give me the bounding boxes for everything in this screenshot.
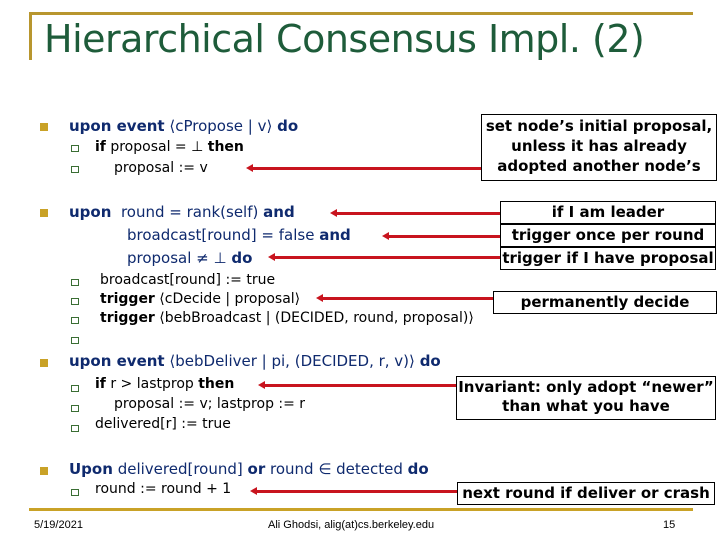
- arrow-once: [382, 232, 500, 240]
- keyword: upon: [69, 203, 112, 221]
- bullet-icon: [40, 359, 48, 367]
- keyword: Upon: [69, 460, 113, 478]
- sub-bullet-icon: [71, 298, 79, 305]
- annotation-invariant: Invariant: only adopt “newer” than what …: [456, 376, 716, 420]
- block3-sub2: proposal := v; lastprop := r: [114, 396, 306, 412]
- keyword: trigger: [100, 310, 155, 326]
- annotation-have-proposal: trigger if I have proposal: [500, 247, 716, 270]
- block2-head-line1: upon round = rank(self) and: [69, 203, 295, 221]
- block2-head-line3: proposal ≠ ⊥ do: [127, 249, 252, 267]
- condition: round = rank(self): [120, 203, 259, 221]
- title-rule-top: [29, 12, 693, 15]
- keyword: if: [95, 139, 106, 155]
- footer-author: Ali Ghodsi, alig(at)cs.berkeley.edu: [268, 519, 435, 531]
- keyword: and: [319, 226, 351, 244]
- arrow-leader: [330, 209, 500, 217]
- block3-head: upon event ⟨bebDeliver | pi, (DECIDED, r…: [69, 352, 441, 370]
- keyword: do: [277, 117, 299, 135]
- annotation-line: set node’s initial proposal,: [485, 117, 713, 135]
- annotation-line: than what you have: [502, 397, 670, 415]
- bullet-icon: [40, 467, 48, 475]
- annotation-initial-proposal: set node’s initial proposal, unless it h…: [481, 114, 717, 181]
- sub-bullet-icon: [71, 166, 79, 173]
- keyword: do: [407, 460, 429, 478]
- annotation-next-round: next round if deliver or crash: [457, 482, 715, 505]
- annotation-leader: if I am leader: [500, 201, 716, 224]
- condition: delivered[round]: [117, 460, 243, 478]
- block4-head: Upon delivered[round] or round ∈ detecte…: [69, 460, 429, 478]
- block1-head: upon event ⟨cPropose | v⟩ do: [69, 117, 298, 135]
- annotation-line: unless it has already: [511, 137, 687, 155]
- keyword: upon event: [69, 352, 165, 370]
- sub-bullet-icon: [71, 385, 79, 392]
- footer-date: 5/19/2021: [34, 519, 83, 531]
- keyword: do: [231, 249, 253, 267]
- annotation-decide: permanently decide: [493, 291, 717, 314]
- bullet-icon: [40, 123, 48, 131]
- block2-head-line2: broadcast[round] = false and: [127, 226, 351, 244]
- condition: round ∈ detected: [270, 460, 403, 478]
- keyword: if: [95, 376, 106, 392]
- block1-sub2: proposal := v: [114, 160, 208, 176]
- arrow-decide: [316, 294, 494, 302]
- sub-bullet-icon: [71, 425, 79, 432]
- block2-sub2: trigger ⟨cDecide | proposal⟩: [100, 291, 300, 307]
- keyword: trigger: [100, 291, 155, 307]
- keyword: then: [198, 376, 235, 392]
- annotation-line: Invariant: only adopt “newer”: [458, 378, 714, 396]
- arrow-next-round: [250, 487, 458, 495]
- sub-bullet-icon: [71, 145, 79, 152]
- sub-bullet-icon: [71, 337, 79, 344]
- arrow-initial-proposal: [246, 164, 482, 172]
- event-spec: ⟨cDecide | proposal⟩: [159, 291, 301, 307]
- title-rule-left: [29, 12, 32, 60]
- block1-sub1: if proposal = ⊥ then: [95, 139, 244, 155]
- block2-sub3: trigger ⟨bebBroadcast | (DECIDED, round,…: [100, 310, 474, 326]
- bullet-icon: [40, 209, 48, 217]
- event-spec: ⟨bebDeliver | pi, (DECIDED, r, v)⟩: [169, 352, 415, 370]
- block2-sub1: broadcast[round] := true: [100, 272, 276, 288]
- footer-page-number: 15: [663, 519, 676, 531]
- block4-sub1: round := round + 1: [95, 481, 232, 497]
- arrow-have-proposal: [268, 253, 500, 261]
- sub-bullet-icon: [71, 405, 79, 412]
- arrow-invariant: [258, 381, 458, 389]
- condition: r > lastprop: [110, 376, 194, 392]
- annotation-line: adopted another node’s: [497, 157, 701, 175]
- block3-sub1: if r > lastprop then: [95, 376, 234, 392]
- slide-title: Hierarchical Consensus Impl. (2): [44, 17, 645, 61]
- keyword: upon event: [69, 117, 165, 135]
- annotation-once: trigger once per round: [500, 224, 716, 247]
- event-spec: ⟨cPropose | v⟩: [169, 117, 273, 135]
- keyword: and: [263, 203, 295, 221]
- sub-bullet-icon: [71, 317, 79, 324]
- sub-bullet-icon: [71, 489, 79, 496]
- condition: broadcast[round] = false: [127, 226, 315, 244]
- keyword: or: [247, 460, 266, 478]
- block3-sub3: delivered[r] := true: [95, 416, 231, 432]
- condition: proposal = ⊥: [110, 139, 204, 155]
- condition: proposal ≠ ⊥: [127, 249, 227, 267]
- footer-rule: [29, 508, 693, 511]
- event-spec: ⟨bebBroadcast | (DECIDED, round, proposa…: [159, 310, 474, 326]
- sub-bullet-icon: [71, 279, 79, 286]
- keyword: do: [419, 352, 441, 370]
- keyword: then: [207, 139, 244, 155]
